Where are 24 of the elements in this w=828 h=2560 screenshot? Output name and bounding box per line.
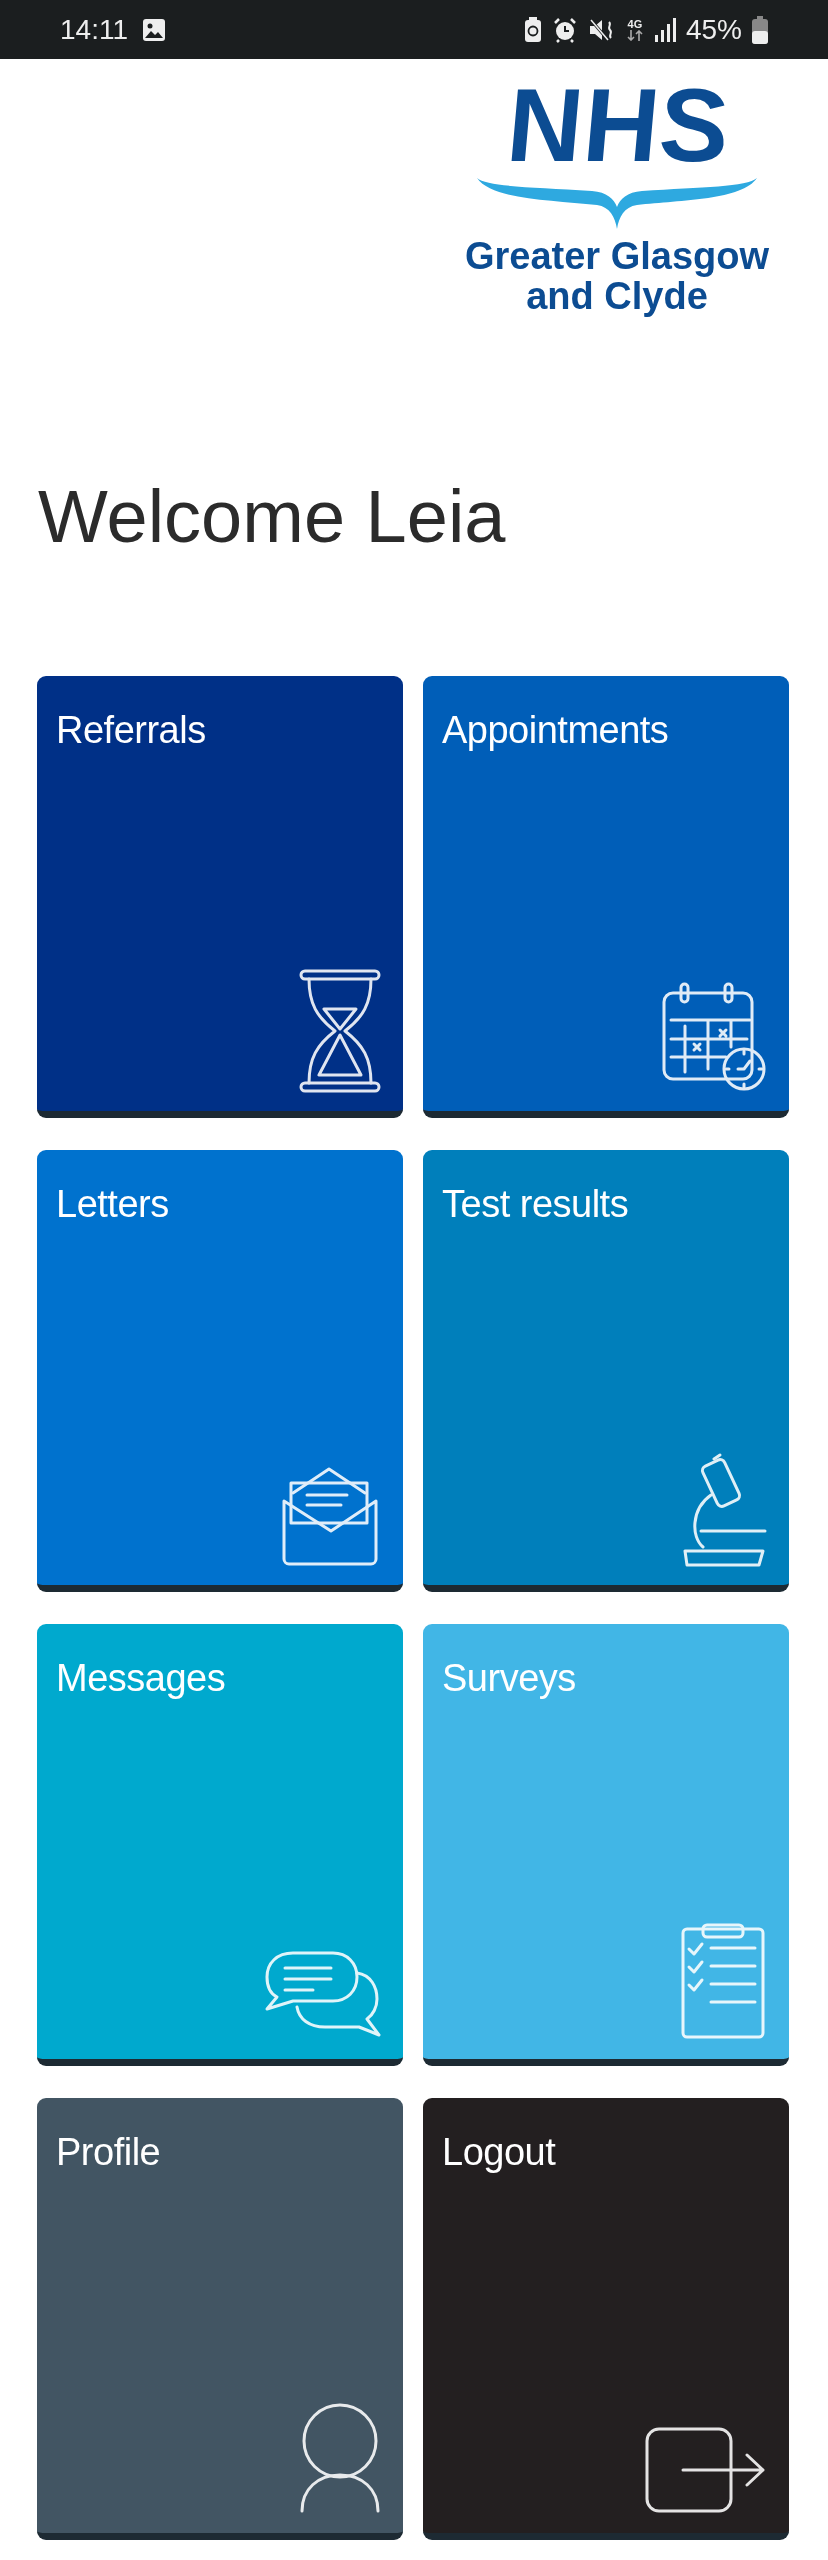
- menu-tile[interactable]: Appointments: [423, 676, 789, 1118]
- battery-icon: [752, 15, 768, 44]
- signal-icon: [653, 17, 676, 42]
- microscope-icon: [681, 1451, 767, 1567]
- menu-tile[interactable]: Test results: [423, 1150, 789, 1592]
- menu-tile[interactable]: Referrals: [37, 676, 403, 1118]
- logo-subtitle: and Clyde: [525, 276, 708, 316]
- image-icon: [142, 17, 166, 42]
- battery-percent: 45%: [685, 13, 742, 46]
- data-arrows-icon: [625, 29, 644, 41]
- clock-time: 14:11: [60, 13, 128, 46]
- clipboard-checklist-icon: [679, 1921, 767, 2041]
- battery-saver-icon: [523, 16, 542, 43]
- hourglass-icon: [299, 969, 381, 1093]
- network-type: 4G: [627, 18, 643, 30]
- logo-title: NHS: [501, 81, 733, 169]
- menu-tile[interactable]: Letters: [37, 1150, 403, 1592]
- exit-arrow-icon: [643, 2425, 767, 2515]
- menu-tile[interactable]: Logout: [423, 2098, 789, 2540]
- calendar-clock-icon: [661, 981, 767, 1093]
- person-icon: [299, 2403, 381, 2515]
- menu-tile[interactable]: Profile: [37, 2098, 403, 2540]
- welcome-heading: Welcome Leia: [38, 474, 506, 560]
- logo-subtitle: Greater Glasgow: [464, 236, 770, 276]
